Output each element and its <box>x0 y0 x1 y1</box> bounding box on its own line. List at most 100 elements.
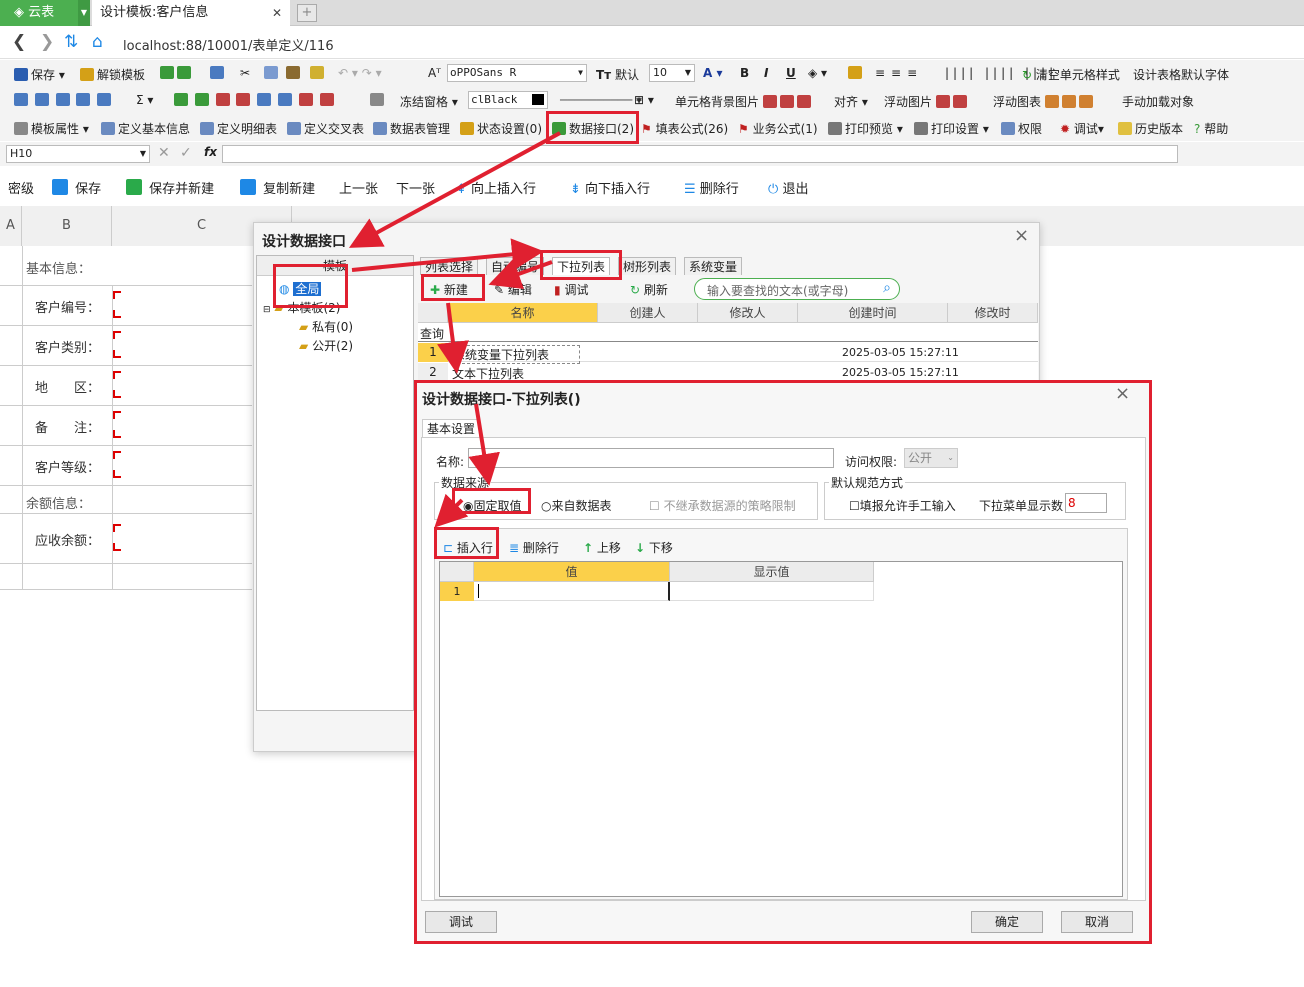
bg-image-tool[interactable]: 单元格背景图片 <box>675 93 814 110</box>
copy-icon[interactable] <box>264 66 281 80</box>
default-font-tool[interactable]: 设计表格默认字体 <box>1133 66 1229 83</box>
insert-icons[interactable] <box>174 93 337 107</box>
clear-style-tool[interactable]: ↻ 清空单元格样式 <box>1022 66 1120 83</box>
font-select[interactable]: oPPOSans R ▼ <box>447 64 587 82</box>
no-inherit-checkbox[interactable]: ☐ 不继承数据源的策略限制 <box>649 497 796 514</box>
data-mgmt-tool[interactable]: 数据表管理 <box>373 120 450 137</box>
display-cell[interactable] <box>670 582 874 601</box>
col-value[interactable]: 值 <box>474 562 670 582</box>
collapse-icon[interactable]: ⊟ <box>263 305 271 315</box>
float-chart-tool[interactable]: 浮动图表 <box>993 93 1096 110</box>
close-icon[interactable]: ✕ <box>272 0 282 26</box>
app-tab[interactable]: ◈ 云表 ▼ <box>0 0 90 26</box>
page-tab[interactable]: 设计模板:客户信息 ✕ <box>92 0 290 26</box>
tab-tree-list[interactable]: 树形列表 <box>618 257 677 275</box>
save-tool[interactable]: 保存 ▾ <box>14 66 65 83</box>
table-row[interactable]: 1 系统变量下拉列表 2025-03-05 15:27:11 <box>418 343 1038 364</box>
col-header-a[interactable]: A <box>0 206 22 246</box>
query-row[interactable]: 查询 <box>418 323 1038 342</box>
copy-new-button[interactable]: 复制新建 <box>240 178 315 197</box>
url-text[interactable]: localhost:88/10001/表单定义/116 <box>123 35 334 54</box>
sheet-row[interactable] <box>0 564 252 590</box>
col-modified[interactable]: 修改时 <box>948 303 1038 323</box>
debug-button[interactable]: 调试 <box>425 911 497 933</box>
undo-icon[interactable]: ↶ ▾ ↷ ▾ <box>338 66 382 80</box>
cut-icon[interactable]: ✂ <box>240 66 250 80</box>
debug-tool[interactable]: ✹ 调试▾ <box>1060 120 1104 137</box>
format-brush-icon[interactable] <box>310 66 327 80</box>
status-tool[interactable]: 状态设置(0) <box>460 120 542 137</box>
back-icon[interactable]: ❮ <box>12 32 26 52</box>
fill-formula-tool[interactable]: ⚑ 填表公式(26) <box>641 120 728 137</box>
col-created[interactable]: 创建时间 <box>798 303 948 323</box>
cancel-icon[interactable]: ✕ <box>158 145 170 161</box>
align-tool[interactable]: 对齐 ▾ <box>834 93 868 110</box>
name-input[interactable] <box>468 448 834 468</box>
export-icon[interactable] <box>210 66 227 80</box>
freeze-tool[interactable]: 冻结窗格 ▾ <box>400 93 458 110</box>
help-tool[interactable]: ? 帮助 <box>1194 120 1228 137</box>
formula-input[interactable] <box>222 145 1178 163</box>
lock-cell-icon[interactable] <box>848 66 865 80</box>
tab-auto-number[interactable]: 自动编号 <box>486 257 545 275</box>
close-icon[interactable]: × <box>1014 225 1029 246</box>
prev-button[interactable]: 上一张 <box>339 178 378 197</box>
cancel-button[interactable]: 取消 <box>1061 911 1133 933</box>
sheet-row[interactable]: 余额信息： <box>0 486 252 514</box>
new-tab-button[interactable]: + <box>297 4 317 22</box>
allow-manual-checkbox[interactable]: ☐填报允许手工输入 <box>849 497 956 514</box>
col-modifier[interactable]: 修改人 <box>698 303 798 323</box>
close-icon[interactable]: × <box>1115 383 1130 404</box>
perm-tool[interactable]: 权限 <box>1001 120 1042 137</box>
font-default-tool[interactable]: Tт 默认 <box>596 66 639 83</box>
forward-icon[interactable]: ❯ <box>40 32 54 52</box>
delete-row-button[interactable]: ≣ 删除行 <box>509 539 559 556</box>
value-cell[interactable] <box>474 582 670 601</box>
search-input[interactable]: 输入要查找的文本(或字母) ⌕ <box>694 278 900 300</box>
copy-icons[interactable] <box>160 66 194 80</box>
next-button[interactable]: 下一张 <box>396 178 435 197</box>
insert-down-button[interactable]: ⇟ 向下插入行 <box>570 178 650 197</box>
lock-level-button[interactable]: 密级 <box>8 178 34 197</box>
tree-item-public[interactable]: ▰ 公开(2) <box>299 337 353 354</box>
access-select[interactable]: 公开 ⌄ <box>904 448 958 468</box>
color-select[interactable]: clBlack <box>468 91 548 109</box>
col-header-b[interactable]: B <box>22 206 112 246</box>
sheet-row[interactable]: 客户类别： <box>0 326 252 366</box>
debug-button[interactable]: ▮ 调试 <box>554 281 588 298</box>
col-display[interactable]: 显示值 <box>670 562 874 582</box>
sum-icon[interactable]: Σ ▾ <box>136 93 153 107</box>
italic-icon[interactable]: I <box>764 66 768 80</box>
move-up-button[interactable]: ↑ 上移 <box>583 539 621 556</box>
detail-table-tool[interactable]: 定义明细表 <box>200 120 277 137</box>
tab-list-select[interactable]: 列表选择 <box>420 257 479 275</box>
line-style-select[interactable]: ────────── ▾ <box>560 93 642 107</box>
tab-basic-settings[interactable]: 基本设置 <box>422 419 481 437</box>
sheet-row[interactable]: 客户编号： <box>0 286 252 326</box>
sheet-row[interactable]: 基本信息： <box>0 246 252 286</box>
font-size-select[interactable]: 10 ▼ <box>649 64 695 82</box>
chevron-down-icon[interactable]: ▼ <box>78 0 90 26</box>
basic-info-tool[interactable]: 定义基本信息 <box>101 120 190 137</box>
print-preview-tool[interactable]: 打印预览 ▾ <box>828 120 903 137</box>
merge-icon[interactable] <box>370 93 387 107</box>
print-setup-tool[interactable]: 打印设置 ▾ <box>914 120 989 137</box>
fill-color-icon[interactable]: ◈ ▾ <box>808 66 827 80</box>
exit-button[interactable]: ⏻ 退出 <box>768 178 808 197</box>
save-button[interactable]: 保存 <box>52 178 101 197</box>
unlock-tool[interactable]: 解锁模板 <box>80 66 145 83</box>
cross-table-tool[interactable]: 定义交叉表 <box>287 120 364 137</box>
col-name[interactable]: 名称 <box>448 303 598 323</box>
dropdown-count-input[interactable]: 8 <box>1065 493 1107 513</box>
move-down-button[interactable]: ↓ 下移 <box>635 539 673 556</box>
insert-up-button[interactable]: ⇞ 向上插入行 <box>456 178 536 197</box>
refresh-icon[interactable]: ⇅ <box>64 32 78 52</box>
search-icon[interactable]: ⌕ <box>883 280 891 296</box>
underline-icon[interactable]: U <box>786 66 796 80</box>
delete-row-button[interactable]: ☰ 删除行 <box>684 178 739 197</box>
home-icon[interactable]: ⌂ <box>92 32 103 52</box>
col-creator[interactable]: 创建人 <box>598 303 698 323</box>
grid-icons[interactable] <box>14 93 114 107</box>
manual-load-tool[interactable]: 手动加载对象 <box>1122 93 1194 110</box>
save-new-button[interactable]: 保存并新建 <box>126 178 214 197</box>
